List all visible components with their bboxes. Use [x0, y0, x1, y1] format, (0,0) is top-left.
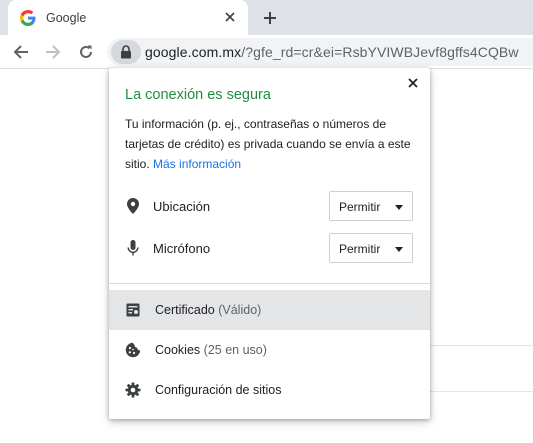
location-pin-icon [125, 198, 141, 214]
menu-label: Cookies (25 en uso) [155, 343, 267, 357]
menu-label: Certificado (Válido) [155, 303, 261, 317]
back-arrow-icon[interactable] [11, 42, 31, 62]
url-host: google.com.mx [145, 44, 242, 60]
page-divider [430, 345, 533, 346]
new-tab-icon[interactable] [260, 8, 280, 28]
url-path: /?gfe_rd=cr&ei=RsbYVIWBJevf8gffs4CQBw [241, 44, 519, 60]
select-value: Permitir [339, 200, 381, 214]
menu-label-text: Cookies [155, 343, 201, 357]
chevron-down-icon [395, 247, 403, 252]
close-tab-icon[interactable] [222, 9, 238, 25]
lock-icon[interactable] [111, 40, 141, 64]
google-g-icon [20, 9, 36, 26]
toolbar: google.com.mx/?gfe_rd=cr&ei=RsbYVIWBJevf… [0, 35, 533, 69]
reload-icon[interactable] [76, 42, 96, 62]
more-info-link[interactable]: Más información [153, 157, 241, 171]
divider [109, 283, 430, 284]
connection-secure-title: La conexión es segura [125, 87, 271, 103]
menu-label: Configuración de sitios [155, 383, 281, 397]
tab-google[interactable]: Google [8, 0, 248, 35]
permission-row-location: Ubicación Permitir [109, 191, 430, 221]
menu-label-text: Certificado [155, 303, 215, 317]
omnibox[interactable]: google.com.mx/?gfe_rd=cr&ei=RsbYVIWBJevf… [107, 38, 533, 66]
tab-strip: Google [0, 0, 533, 35]
tab-title: Google [46, 10, 87, 25]
menu-sublabel: (25 en uso) [203, 343, 267, 357]
select-value: Permitir [339, 242, 381, 256]
menu-item-site-settings[interactable]: Configuración de sitios [109, 370, 430, 410]
close-icon[interactable] [405, 75, 421, 91]
site-info-popup: La conexión es segura Tu información (p.… [109, 68, 430, 419]
connection-description: Tu información (p. ej., contraseñas o nú… [125, 114, 415, 174]
forward-arrow-icon[interactable] [43, 42, 63, 62]
permission-label: Ubicación [153, 199, 211, 214]
gear-icon [125, 382, 141, 398]
menu-item-certificate[interactable]: Certificado (Válido) [109, 290, 430, 330]
location-permission-select[interactable]: Permitir [329, 191, 413, 221]
microphone-icon [125, 240, 141, 256]
microphone-permission-select[interactable]: Permitir [329, 233, 413, 263]
url-text: google.com.mx/?gfe_rd=cr&ei=RsbYVIWBJevf… [145, 44, 519, 60]
permission-label: Micrófono [153, 241, 211, 256]
menu-item-cookies[interactable]: Cookies (25 en uso) [109, 330, 430, 370]
menu-label-text: Configuración de sitios [155, 383, 282, 397]
page-divider [430, 391, 533, 392]
certificate-icon [125, 302, 141, 318]
menu-sublabel: (Válido) [218, 303, 262, 317]
chevron-down-icon [395, 205, 403, 210]
cookie-icon [125, 342, 141, 358]
permission-row-microphone: Micrófono Permitir [109, 233, 430, 263]
